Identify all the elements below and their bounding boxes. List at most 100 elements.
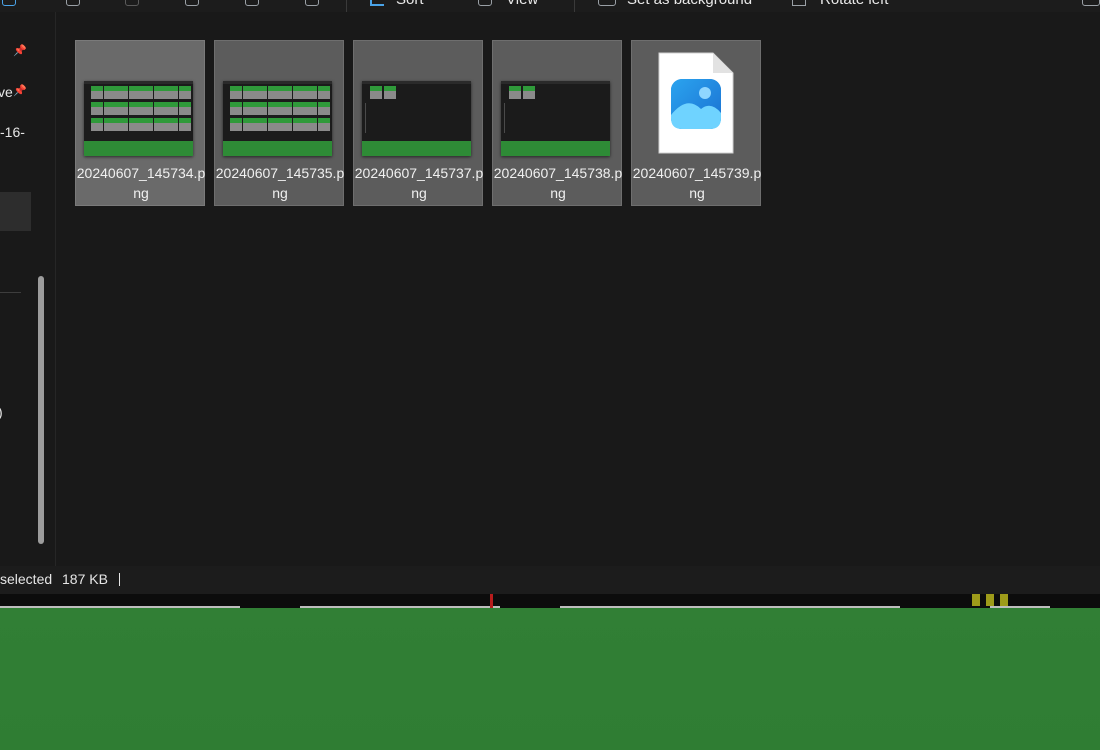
file-name: 20240607_145737.png bbox=[354, 165, 484, 201]
image-thumbnail bbox=[223, 81, 332, 156]
more-options-icon[interactable] bbox=[1082, 0, 1100, 6]
status-bar: selected 187 KB bbox=[0, 566, 1100, 594]
file-tile[interactable]: 20240607_145739.png bbox=[631, 40, 761, 206]
thumbnail-cell bbox=[305, 86, 317, 99]
rotate-left-icon bbox=[792, 0, 806, 6]
thumbnail-cell bbox=[317, 86, 330, 99]
thumbnail-cell bbox=[267, 118, 280, 131]
thumbnail-cell bbox=[116, 86, 128, 99]
thumbnail-cell bbox=[267, 102, 280, 115]
thumbnail-cell bbox=[128, 118, 141, 131]
thumbnail-cell bbox=[384, 86, 396, 99]
file-name: 20240607_145734.png bbox=[76, 165, 206, 201]
sort-label: Sort bbox=[396, 0, 424, 8]
sidebar-item-selected[interactable] bbox=[0, 192, 31, 231]
thumbnail-cell bbox=[141, 118, 153, 131]
copy-path-icon[interactable] bbox=[185, 0, 199, 6]
image-thumbnail bbox=[501, 81, 610, 156]
thumbnail-cell bbox=[255, 86, 267, 99]
file-name: 20240607_145739.png bbox=[632, 165, 762, 201]
thumbnail-cell bbox=[317, 102, 330, 115]
pane-divider[interactable] bbox=[55, 12, 56, 566]
share-file-icon[interactable] bbox=[245, 0, 259, 6]
command-bar: Sort View Set as background Rotate left bbox=[0, 0, 1100, 12]
thumbnail-cell bbox=[292, 86, 305, 99]
thumbnail-cell bbox=[255, 118, 267, 131]
thumbnail-cell bbox=[103, 102, 116, 115]
sidebar-item-label: -16- bbox=[0, 124, 25, 140]
selection-size: 187 KB bbox=[62, 571, 108, 587]
thumbnail-cell bbox=[141, 102, 153, 115]
set-as-background-label: Set as background bbox=[627, 0, 752, 8]
image-thumbnail bbox=[362, 81, 471, 156]
thumbnail-cell bbox=[166, 102, 178, 115]
toolbar-separator bbox=[346, 0, 347, 12]
file-tile[interactable]: 20240607_145738.png bbox=[492, 40, 622, 206]
thumbnail-cell bbox=[242, 102, 255, 115]
paste-icon bbox=[125, 0, 139, 6]
thumbnail-cell bbox=[230, 102, 242, 115]
sidebar-item-label: ) bbox=[0, 404, 3, 420]
thumbnail-cell bbox=[128, 102, 141, 115]
delete-icon[interactable] bbox=[305, 0, 319, 6]
thumbnail-cell bbox=[91, 86, 103, 99]
view-icon bbox=[478, 0, 492, 6]
status-separator bbox=[119, 573, 120, 586]
thumbnail-cell bbox=[103, 118, 116, 131]
sidebar-divider bbox=[0, 292, 21, 293]
thumbnail-cell bbox=[230, 118, 242, 131]
thumbnail-cell bbox=[292, 102, 305, 115]
file-name: 20240607_145738.png bbox=[493, 165, 623, 201]
background-marker bbox=[490, 594, 493, 608]
navigation-pane: 📌 ve 📌 -16- ) bbox=[0, 12, 48, 566]
desktop-background bbox=[0, 608, 1100, 750]
pin-icon: 📌 bbox=[13, 85, 27, 97]
thumbnail-cell bbox=[280, 86, 292, 99]
file-tile[interactable]: 20240607_145734.png bbox=[75, 40, 205, 206]
thumbnail-cell bbox=[178, 102, 191, 115]
toolbar-separator bbox=[574, 0, 575, 12]
thumbnail-cell bbox=[509, 86, 521, 99]
sort-icon bbox=[370, 0, 384, 6]
thumbnail-cell bbox=[230, 86, 242, 99]
thumbnail-cell bbox=[523, 86, 535, 99]
thumbnail-cell bbox=[267, 86, 280, 99]
copy-icon[interactable] bbox=[66, 0, 80, 6]
background-marker bbox=[972, 594, 1012, 606]
thumbnail-cell bbox=[178, 118, 191, 131]
pin-icon: 📌 bbox=[13, 45, 27, 57]
file-explorer-window: Sort View Set as background Rotate left … bbox=[0, 0, 1100, 596]
thumbnail-cell bbox=[153, 86, 166, 99]
thumbnail-cell bbox=[153, 102, 166, 115]
thumbnail-cell bbox=[305, 102, 317, 115]
thumbnail-cell bbox=[242, 118, 255, 131]
thumbnail-cell bbox=[166, 118, 178, 131]
thumbnail-cell bbox=[91, 118, 103, 131]
selection-status: selected bbox=[0, 571, 53, 587]
thumbnail-cell bbox=[153, 118, 166, 131]
thumbnail-cell bbox=[370, 86, 382, 99]
thumbnail-cell bbox=[91, 102, 103, 115]
image-thumbnail bbox=[84, 81, 193, 156]
view-label: View bbox=[506, 0, 538, 8]
thumbnail-cell bbox=[128, 86, 141, 99]
thumbnail-cell bbox=[292, 118, 305, 131]
thumbnail-cell bbox=[178, 86, 191, 99]
thumbnail-cell bbox=[166, 86, 178, 99]
thumbnail-cell bbox=[317, 118, 330, 131]
file-tile[interactable]: 20240607_145737.png bbox=[353, 40, 483, 206]
thumbnail-cell bbox=[116, 102, 128, 115]
background-icon bbox=[598, 0, 616, 6]
sidebar-item-label: ve bbox=[0, 84, 13, 100]
file-name: 20240607_145735.png bbox=[215, 165, 345, 201]
file-tile[interactable]: 20240607_145735.png bbox=[214, 40, 344, 206]
sidebar-scrollbar[interactable] bbox=[38, 276, 44, 544]
thumbnail-cell bbox=[141, 86, 153, 99]
rotate-left-label: Rotate left bbox=[820, 0, 888, 8]
thumbnail-cell bbox=[280, 118, 292, 131]
share-icon[interactable] bbox=[2, 0, 16, 6]
thumbnail-cell bbox=[280, 102, 292, 115]
thumbnail-cell bbox=[255, 102, 267, 115]
thumbnail-cell bbox=[305, 118, 317, 131]
thumbnail-cell bbox=[103, 86, 116, 99]
